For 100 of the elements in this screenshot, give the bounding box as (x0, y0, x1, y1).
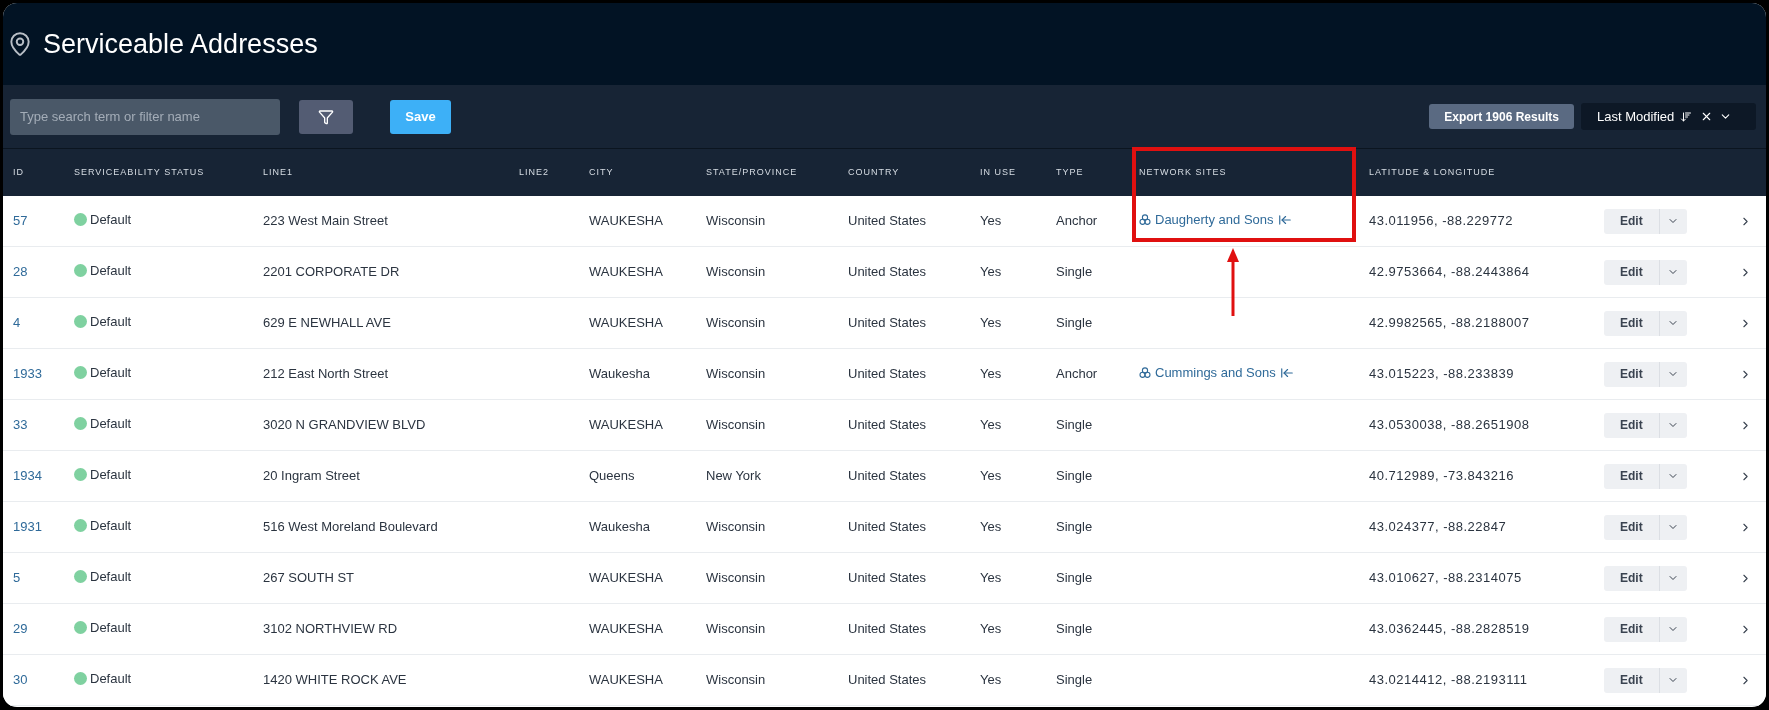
table-cell-text: Yes (980, 314, 1003, 333)
column-header: SERVICEABILITY STATUS (74, 165, 206, 179)
table-cell-text: United States (848, 212, 928, 231)
edit-button[interactable]: Edit (1604, 208, 1660, 234)
table-cell-text: Wisconsin (706, 263, 767, 282)
column-header: ID (12, 165, 25, 179)
table-cell-text: 20 Ingram Street (263, 467, 361, 486)
edit-button[interactable]: Edit (1604, 565, 1660, 591)
table-cell-text: 42.9982565, -88.2188007 (1369, 314, 1531, 333)
id-link[interactable]: 1931 (3, 517, 74, 537)
table-cell-text: 42.9753664, -88.2443864 (1369, 263, 1531, 282)
table-cell-text: 2201 CORPORATE DR (263, 263, 401, 282)
status-label: Default (90, 210, 132, 229)
column-header: IN USE (980, 165, 1017, 179)
edit-button[interactable]: Edit (1604, 259, 1660, 285)
edit-button[interactable]: Edit (1604, 463, 1660, 489)
id-link[interactable]: 1934 (3, 466, 74, 486)
id-link[interactable]: 4 (3, 313, 74, 333)
filter-icon (318, 108, 334, 125)
table-cell-text: WAUKESHA (589, 263, 664, 282)
table-cell-text: United States (848, 518, 928, 537)
table-cell-text: Yes (980, 212, 1003, 231)
network-site-link[interactable]: Cummings and Sons (1155, 362, 1276, 383)
table-cell-text: 43.015223, -88.233839 (1369, 365, 1515, 384)
table-cell-text: 1420 WHITE ROCK AVE (263, 671, 408, 690)
table-cell-text: 212 East North Street (263, 365, 389, 384)
page-title: Serviceable Addresses (43, 27, 318, 61)
table-cell-text: Single (1056, 263, 1094, 282)
status-label: Default (90, 261, 132, 280)
table-cell-text: WAUKESHA (589, 314, 664, 333)
table-cell-text: Wisconsin (706, 569, 767, 588)
edit-button[interactable]: Edit (1604, 514, 1660, 540)
id-link[interactable]: 1933 (3, 364, 74, 384)
table-cell-text: WAUKESHA (589, 212, 664, 231)
status-label: Default (90, 414, 132, 433)
sort-dropdown[interactable]: Last Modified (1581, 103, 1756, 130)
table-cell-text: WAUKESHA (589, 569, 664, 588)
edit-button[interactable]: Edit (1604, 361, 1660, 387)
network-icon (1139, 213, 1151, 226)
column-header: COUNTRY (848, 165, 901, 179)
edit-button[interactable]: Edit (1604, 667, 1660, 693)
table-cell-text: Anchor (1056, 365, 1099, 384)
id-link[interactable]: 57 (3, 211, 74, 231)
id-link[interactable]: 5 (3, 568, 74, 588)
table-cell-text: United States (848, 416, 928, 435)
table-cell-text: 516 West Moreland Boulevard (263, 518, 439, 537)
status-label: Default (90, 312, 132, 331)
table-cell-text: United States (848, 620, 928, 639)
column-header: STATE/PROVINCE (706, 165, 799, 179)
table-cell-text: Yes (980, 467, 1003, 486)
table-cell-text: United States (848, 671, 928, 690)
table-cell-text: United States (848, 467, 928, 486)
table-cell-text: Yes (980, 263, 1003, 282)
table-cell-text: Single (1056, 569, 1094, 588)
column-header: LINE1 (263, 165, 294, 179)
id-link[interactable]: 33 (3, 415, 74, 435)
table-cell-text: Wisconsin (706, 314, 767, 333)
table-cell-text: Wisconsin (706, 671, 767, 690)
arrow-to-line-icon[interactable] (1279, 365, 1294, 380)
table-cell-text: Wisconsin (706, 416, 767, 435)
column-header: LINE2 (519, 165, 550, 179)
table-cell-text: United States (848, 314, 928, 333)
table-cell-text: Wisconsin (706, 620, 767, 639)
table-cell-text: 43.0214412, -88.2193111 (1369, 671, 1529, 690)
column-header: TYPE (1056, 165, 1085, 179)
table-cell-text: 43.024377, -88.22847 (1369, 518, 1508, 537)
table-cell-text: Queens (589, 467, 636, 486)
id-link[interactable]: 30 (3, 670, 74, 690)
filter-button[interactable] (299, 99, 353, 134)
table-cell-text: Yes (980, 569, 1003, 588)
network-icon (1139, 366, 1151, 379)
table-cell-text: 43.010627, -88.2314075 (1369, 569, 1523, 588)
export-button[interactable]: Export 1906 Results (1429, 104, 1574, 129)
table-cell-text: Single (1056, 620, 1094, 639)
table-cell-text: 40.712989, -73.843216 (1369, 467, 1515, 486)
status-label: Default (90, 465, 132, 484)
column-header: CITY (589, 165, 615, 179)
table-cell-text: Yes (980, 416, 1003, 435)
status-label: Default (90, 567, 132, 586)
network-site-link[interactable]: Daugherty and Sons (1155, 209, 1274, 230)
status-label: Default (90, 669, 132, 688)
table-cell-text: WAUKESHA (589, 671, 664, 690)
table-cell-text: Wisconsin (706, 365, 767, 384)
table-cell-text: United States (848, 569, 928, 588)
table-cell-text: Single (1056, 518, 1094, 537)
edit-button[interactable]: Edit (1604, 412, 1660, 438)
sort-order-icon[interactable] (1680, 110, 1693, 123)
table-cell-text: 629 E NEWHALL AVE (263, 314, 392, 333)
table-cell-text: Anchor (1056, 212, 1099, 231)
edit-button[interactable]: Edit (1604, 616, 1660, 642)
table-cell-text: Waukesha (589, 365, 651, 384)
search-field[interactable]: Type search term or filter name (10, 98, 280, 135)
id-link[interactable]: 28 (3, 262, 74, 282)
edit-button[interactable]: Edit (1604, 310, 1660, 336)
table-cell-text: Waukesha (589, 518, 651, 537)
id-link[interactable]: 29 (3, 619, 74, 639)
arrow-to-line-icon[interactable] (1277, 212, 1292, 227)
table-cell-text: Wisconsin (706, 212, 767, 231)
table-cell-text: Yes (980, 620, 1003, 639)
sort-label: Last Modified (1597, 107, 1675, 126)
